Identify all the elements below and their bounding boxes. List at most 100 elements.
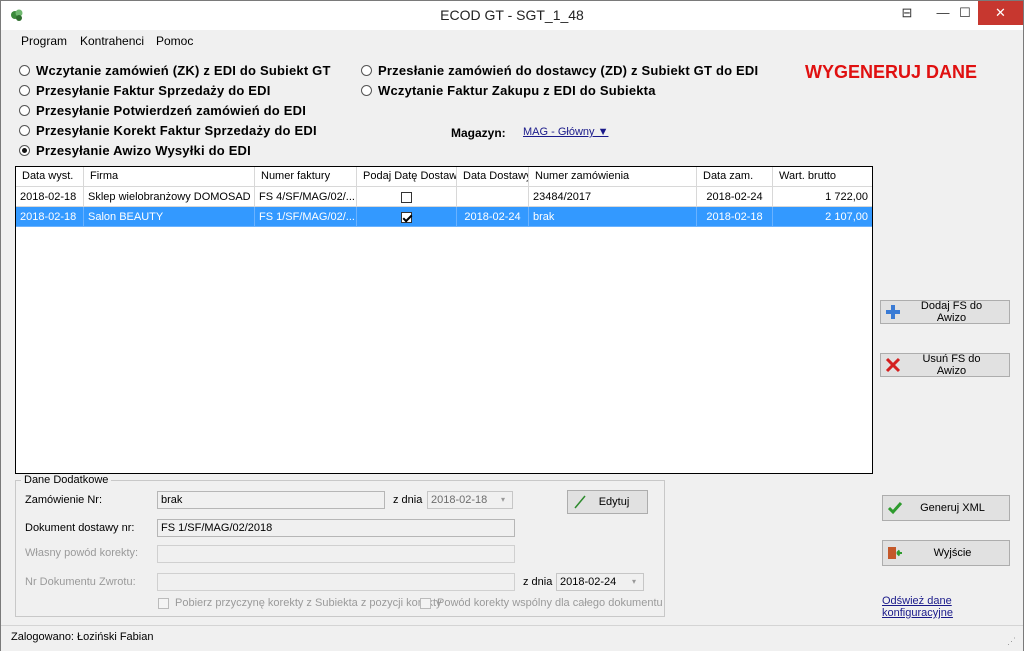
- cell-data-zam: 2018-02-18: [697, 207, 773, 227]
- exit-label: Wyjście: [933, 547, 972, 559]
- cell-podaj-date: [357, 207, 457, 227]
- cell-wart-brutto: 1 722,00: [773, 187, 872, 207]
- option-label: Przesyłanie Korekt Faktur Sprzedaży do E…: [36, 122, 317, 138]
- option-import-purchase-invoices[interactable]: Wczytanie Faktur Zakupu z EDI do Subiekt…: [361, 82, 656, 98]
- edit-button[interactable]: Edytuj: [567, 490, 648, 514]
- warehouse-dropdown[interactable]: MAG - Główny ▼: [523, 126, 608, 138]
- restore-icon[interactable]: ⊟: [889, 1, 925, 25]
- cell-wart-brutto: 2 107,00: [773, 207, 872, 227]
- return-doc-label: Nr Dokumentu Zwrotu:: [25, 576, 136, 588]
- radio-button[interactable]: [19, 104, 30, 116]
- option-send-confirmations[interactable]: Przesyłanie Potwierdzeń zamówień do EDI: [19, 102, 306, 118]
- order-date-value: 2018-02-18: [431, 494, 488, 506]
- col-header-numer-zamowienia[interactable]: Numer zamówienia: [529, 167, 697, 186]
- warehouse-label: Magazyn:: [451, 126, 506, 140]
- menu-bar: Program Kontrahenci Pomoc: [1, 30, 1023, 52]
- logged-in-status: Zalogowano: Łoziński Fabian: [11, 631, 154, 643]
- checkbox-label: Pobierz przyczynę korekty z Subiekta z p…: [175, 597, 442, 609]
- option-send-invoices[interactable]: Przesyłanie Faktur Sprzedaży do EDI: [19, 82, 271, 98]
- radio-button[interactable]: [19, 84, 30, 96]
- cell-data-zam: 2018-02-24: [697, 187, 773, 207]
- cell-podaj-date: [357, 187, 457, 207]
- col-header-data-dostawy[interactable]: Data Dostawy: [457, 167, 529, 186]
- grid-header: Data wyst. Firma Numer faktury Podaj Dat…: [16, 167, 872, 187]
- cell-firma: Sklep wielobranżowy DOMOSAD: [84, 187, 255, 207]
- option-label: Przesłanie zamówień do dostawcy (ZD) z S…: [378, 62, 759, 78]
- generate-xml-button[interactable]: Generuj XML: [882, 495, 1010, 521]
- cell-numer-faktury: FS 4/SF/MAG/02/...: [255, 187, 357, 207]
- option-label: Wczytanie Faktur Zakupu z EDI do Subiekt…: [378, 82, 656, 98]
- cell-numer-zamowienia: 23484/2017: [529, 187, 697, 207]
- reason-from-subiekt-checkbox[interactable]: Pobierz przyczynę korekty z Subiekta z p…: [158, 597, 442, 609]
- remove-fs-button[interactable]: Usuń FS do Awizo: [880, 353, 1010, 377]
- radio-button-selected[interactable]: [19, 144, 30, 156]
- radio-button[interactable]: [361, 84, 372, 96]
- calendar-dropdown-icon[interactable]: ▾: [627, 576, 641, 588]
- status-bar: Zalogowano: Łoziński Fabian ⋰: [1, 625, 1023, 651]
- radio-button[interactable]: [19, 124, 30, 136]
- plus-icon: [884, 303, 902, 321]
- invoice-grid[interactable]: Data wyst. Firma Numer faktury Podaj Dat…: [15, 166, 873, 474]
- edit-label: Edytuj: [598, 496, 630, 508]
- checkbox-box[interactable]: [158, 597, 169, 609]
- option-label: Wczytanie zamówień (ZK) z EDI do Subiekt…: [36, 62, 331, 78]
- exit-button[interactable]: Wyjście: [882, 540, 1010, 566]
- table-row-selected[interactable]: 2018-02-18 Salon BEAUTY FS 1/SF/MAG/02/.…: [16, 207, 872, 227]
- option-send-supplier-orders[interactable]: Przesłanie zamówień do dostawcy (ZD) z S…: [361, 62, 758, 78]
- exit-door-icon: [886, 544, 904, 562]
- col-header-numer-faktury[interactable]: Numer faktury: [255, 167, 357, 186]
- resize-grip-icon[interactable]: ⋰: [1007, 636, 1019, 648]
- return-date-value: 2018-02-24: [560, 576, 617, 588]
- option-send-awizo[interactable]: Przesyłanie Awizo Wysyłki do EDI: [19, 142, 251, 158]
- delivery-date-checkbox-checked[interactable]: [401, 211, 412, 223]
- return-date-picker[interactable]: 2018-02-24 ▾: [556, 573, 644, 591]
- window-title: ECOD GT - SGT_1_48: [440, 7, 584, 23]
- option-label: Przesyłanie Faktur Sprzedaży do EDI: [36, 82, 271, 98]
- delivery-date-checkbox[interactable]: [401, 191, 412, 203]
- table-row[interactable]: 2018-02-18 Sklep wielobranżowy DOMOSAD F…: [16, 187, 872, 207]
- cell-firma: Salon BEAUTY: [84, 207, 255, 227]
- option-import-orders[interactable]: Wczytanie zamówień (ZK) z EDI do Subiekt…: [19, 62, 331, 78]
- delete-x-icon: [884, 356, 902, 374]
- calendar-dropdown-icon[interactable]: ▾: [496, 494, 510, 506]
- option-label: Przesyłanie Awizo Wysyłki do EDI: [36, 142, 251, 158]
- generate-xml-label: Generuj XML: [920, 502, 985, 514]
- col-header-podaj-date[interactable]: Podaj Datę Dostawy: [357, 167, 457, 186]
- delivery-doc-label: Dokument dostawy nr:: [25, 522, 135, 534]
- add-fs-button[interactable]: Dodaj FS do Awizo: [880, 300, 1010, 324]
- order-date-label: z dnia: [393, 494, 423, 506]
- remove-fs-label: Usuń FS do Awizo: [922, 353, 981, 377]
- cell-data-wyst: 2018-02-18: [16, 187, 84, 207]
- close-button[interactable]: ✕: [978, 1, 1023, 25]
- menu-program[interactable]: Program: [21, 34, 67, 48]
- correction-reason-label: Własny powód korekty:: [25, 547, 139, 559]
- order-date-picker[interactable]: 2018-02-18 ▾: [427, 491, 513, 509]
- checkbox-box[interactable]: [420, 597, 431, 609]
- checkbox-label: Powód korekty wspólny dla całego dokumen…: [437, 597, 663, 609]
- additional-data-title: Dane Dodatkowe: [21, 474, 112, 486]
- correction-reason-field[interactable]: [157, 545, 515, 563]
- menu-kontrahenci[interactable]: Kontrahenci: [80, 34, 144, 48]
- delivery-doc-field[interactable]: FS 1/SF/MAG/02/2018: [157, 519, 515, 537]
- col-header-wart-brutto[interactable]: Wart. brutto: [773, 167, 872, 186]
- col-header-firma[interactable]: Firma: [84, 167, 255, 186]
- cell-data-wyst: 2018-02-18: [16, 207, 84, 227]
- checkmark-icon: [886, 499, 904, 517]
- order-number-field[interactable]: brak: [157, 491, 385, 509]
- col-header-data-zam[interactable]: Data zam.: [697, 167, 773, 186]
- refresh-config-link[interactable]: Odśwież dane konfiguracyjne: [882, 595, 1023, 619]
- title-bar: ECOD GT - SGT_1_48 ⊟ — ☐ ✕: [1, 1, 1023, 30]
- option-send-corrections[interactable]: Przesyłanie Korekt Faktur Sprzedaży do E…: [19, 122, 317, 138]
- radio-button[interactable]: [19, 64, 30, 76]
- menu-pomoc[interactable]: Pomoc: [156, 34, 193, 48]
- cell-data-dostawy: [457, 187, 529, 207]
- return-doc-field[interactable]: [157, 573, 515, 591]
- return-date-label: z dnia: [523, 576, 553, 588]
- radio-button[interactable]: [361, 64, 372, 76]
- cell-numer-faktury: FS 1/SF/MAG/02/...: [255, 207, 357, 227]
- pencil-icon: [571, 493, 589, 511]
- col-header-data-wyst[interactable]: Data wyst.: [16, 167, 84, 186]
- generate-data-heading: WYGENERUJ DANE: [805, 62, 978, 82]
- cell-data-dostawy: 2018-02-24: [457, 207, 529, 227]
- common-reason-checkbox[interactable]: Powód korekty wspólny dla całego dokumen…: [420, 597, 663, 609]
